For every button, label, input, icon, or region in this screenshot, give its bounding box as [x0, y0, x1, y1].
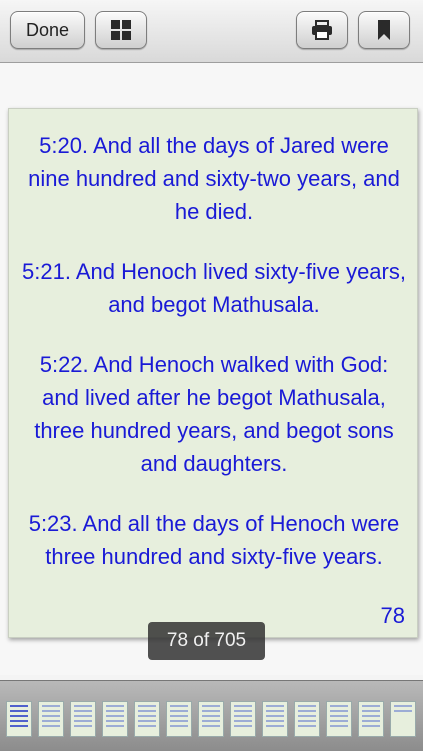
verse-list: 5:20. And all the days of Jared were nin…: [9, 129, 419, 600]
page-thumbnail[interactable]: [70, 701, 96, 737]
page-number: 78: [380, 603, 405, 628]
page-thumbnail[interactable]: [326, 701, 352, 737]
page-thumbnail[interactable]: [230, 701, 256, 737]
thumbnail-strip[interactable]: [0, 680, 423, 751]
page-thumbnail[interactable]: [166, 701, 192, 737]
print-button[interactable]: [296, 11, 348, 49]
bookmark-icon: [378, 20, 390, 40]
grid-view-button[interactable]: [95, 11, 147, 49]
page-thumbnail[interactable]: [6, 701, 32, 737]
page-thumbnail[interactable]: [198, 701, 224, 737]
page-thumbnail[interactable]: [134, 701, 160, 737]
page-thumbnail[interactable]: [102, 701, 128, 737]
verse-text: 5:23. And all the days of Henoch were th…: [28, 511, 400, 569]
top-toolbar: Done: [0, 0, 423, 63]
page-thumbnail[interactable]: [294, 701, 320, 737]
done-button[interactable]: Done: [10, 11, 85, 49]
page-thumbnail[interactable]: [358, 701, 384, 737]
grid-icon: [111, 20, 131, 40]
page-counter: 78 of 705: [148, 622, 265, 660]
printer-icon: [312, 20, 332, 40]
verse-text: 5:20. And all the days of Jared were nin…: [28, 133, 400, 224]
verse-text: 5:21. And Henoch lived sixty-five years,…: [22, 259, 406, 317]
page-thumbnail[interactable]: [390, 701, 416, 737]
page-thumbnail[interactable]: [262, 701, 288, 737]
book-page[interactable]: 5:20. And all the days of Jared were nin…: [8, 108, 418, 638]
verse-text: 5:22. And Henoch walked with God: and li…: [34, 352, 394, 476]
page-thumbnail[interactable]: [38, 701, 64, 737]
bookmark-button[interactable]: [358, 11, 410, 49]
